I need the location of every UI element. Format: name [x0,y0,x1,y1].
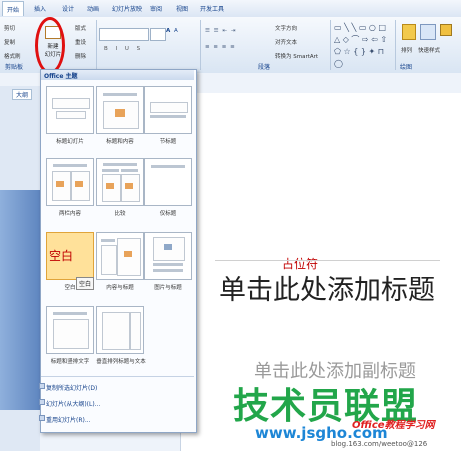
font-size-dropdown[interactable] [150,28,166,41]
layout-button[interactable]: 版式 [75,24,86,32]
layout-section-header[interactable] [144,86,192,134]
outline-tab[interactable]: 大纲 [12,89,33,100]
watermark-office: Office教程学习网 [352,420,435,431]
copy-button[interactable]: 复制 [4,38,15,46]
quick-styles-icon [420,24,436,40]
layout-title-content-label: 标题和内容 [106,139,134,145]
font-style-buttons[interactable]: B I U S [104,46,143,52]
tab-developer[interactable]: 开发工具 [200,4,224,13]
layout-content-caption-label: 内容与标题 [106,285,134,291]
layout-title-only-label: 仅标题 [159,211,177,217]
menu-slides-from-outline[interactable]: 幻灯片(从大纲)(L)... [39,399,101,408]
group-label-clipboard: 剪贴板 [5,64,24,71]
layout-title-only[interactable] [144,158,192,206]
menu-reuse-slides-label: 重用幻灯片(R)... [46,417,91,424]
slide-title: 单击此处添加标题 [219,275,435,306]
reuse-icon [39,415,45,421]
layout-two-content-label: 两栏内容 [58,211,81,217]
layout-picture-caption-label: 图片与标题 [154,285,182,291]
layout-vertical-title-text[interactable] [96,306,144,354]
menu-duplicate-slides-label: 复制所选幻灯片(D) [46,385,98,392]
layout-content-caption[interactable] [96,232,144,280]
layout-vertical-title-text-label: 垂直排列标题与文本 [96,359,146,365]
tab-animation[interactable]: 动画 [87,4,99,13]
menu-reuse-slides[interactable]: 重用幻灯片(R)... [39,415,91,424]
layout-blank[interactable]: 空白 [46,232,94,280]
layout-title-vertical-text-label: 标题和竖排文字 [50,359,90,365]
format-painter-button[interactable]: 格式刷 [4,52,21,60]
highlight-circle [35,17,65,74]
delete-button[interactable]: 删除 [75,52,86,60]
duplicate-icon [39,383,45,389]
group-label-paragraph: 段落 [258,64,271,71]
layout-title-vertical-text[interactable] [46,306,94,354]
align-buttons[interactable]: ≡ ≡ ≡ ≡ [205,44,236,50]
layout-picture-caption[interactable] [144,232,192,280]
group-label-drawing: 绘图 [400,64,413,71]
layout-blank-big-text: 空白 [49,249,74,263]
slide-thumbnail[interactable] [0,190,40,410]
font-name-dropdown[interactable] [99,28,149,41]
text-direction-button[interactable]: 文字方向 [275,24,297,32]
tab-review[interactable]: 审阅 [150,4,162,13]
grow-font-icon[interactable]: A [166,28,170,34]
arrange-icon [402,24,416,40]
tab-insert[interactable]: 插入 [34,4,46,13]
tab-home[interactable]: 开始 [2,1,25,16]
layout-blank-label: 空白 [64,285,76,291]
ribbon-tab-bar: 开始 插入 设计 动画 幻灯片放映 审阅 视图 开发工具 [0,0,461,18]
gallery-theme-label: Office 主题 [44,73,78,80]
align-text-button[interactable]: 对齐文本 [275,38,297,46]
tab-view[interactable]: 视图 [176,4,188,13]
layout-title-slide[interactable] [46,86,94,134]
paint-bucket-icon[interactable] [440,24,452,36]
smartart-button[interactable]: 转换为 SmartArt [275,52,318,60]
layout-two-content[interactable] [46,158,94,206]
list-buttons[interactable]: ☰ ☰ ⇤ ⇥ [205,28,236,34]
menu-duplicate-slides[interactable]: 复制所选幻灯片(D) [39,383,98,392]
shrink-font-icon[interactable]: A [174,28,178,34]
arrange-button[interactable]: 排列 [401,46,412,54]
watermark-blog: blog.163.com/weetoo@126 [331,440,428,448]
menu-slides-from-outline-label: 幻灯片(从大纲)(L)... [46,401,101,408]
layout-title-slide-label: 标题幻灯片 [56,139,84,145]
gallery-divider [41,376,194,377]
shapes-gallery[interactable]: ▭ ╲ ╲ ▭ ○ □ △ ◇ ⌒ ⇨ ⇦ ⇧ ⬠ ☆ { } ✦ ⊓ ◯ [334,22,394,70]
reset-button[interactable]: 重设 [75,38,86,46]
cut-button[interactable]: 剪切 [4,24,15,32]
layout-section-header-label: 节标题 [159,139,177,145]
layout-comparison[interactable] [96,158,144,206]
quick-styles-button[interactable]: 快速样式 [418,46,440,54]
tab-slideshow[interactable]: 幻灯片放映 [112,4,142,13]
outline-icon [39,399,45,405]
tab-design[interactable]: 设计 [62,4,74,13]
layout-comparison-label: 比较 [114,211,126,217]
layout-title-content[interactable] [96,86,144,134]
